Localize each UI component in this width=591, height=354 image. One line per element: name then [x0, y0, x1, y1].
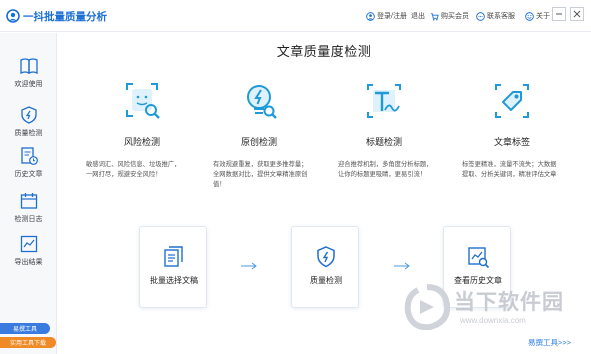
buy-membership-label: 购买会员	[441, 13, 469, 20]
sidebar-item-export[interactable]: 导出结果	[0, 234, 57, 267]
lightbulb-icon	[247, 85, 277, 119]
arrow-right-icon	[394, 262, 410, 270]
watermark-logo-icon	[404, 284, 450, 330]
step-label: 批量选择文稿	[150, 276, 198, 285]
sidebar-item-label: 欢迎使用	[14, 81, 43, 88]
history-icon	[20, 147, 38, 165]
sidebar-item-quality-check[interactable]: 质量检测	[0, 105, 57, 138]
sidebar: 欢迎使用 质量检测 历史文章 检测日志 导出结果 易撰工具 实用工具下载	[0, 33, 57, 354]
desc-line: 全网数据对比，提供文章精准原创	[213, 171, 308, 178]
feature-description: 敏感词汇、风险信息、垃圾推广， 一网打尽，规避安全风险！	[86, 160, 180, 180]
sidebar-item-logs[interactable]: 检测日志	[0, 191, 57, 224]
chat-icon	[476, 11, 485, 21]
tools-download-badge[interactable]: 实用工具下载	[0, 337, 56, 348]
page-title: 文章质量度检测	[276, 44, 372, 59]
feature-description: 有效规避重复，获取更多推荐量； 全网数据对比，提供文章精准原创 值！	[213, 160, 307, 190]
desc-line: 提取、分析关键词，精准评估文章	[462, 171, 557, 178]
minimize-button[interactable]	[552, 7, 566, 21]
step-label: 质量检测	[310, 276, 342, 285]
chart-icon	[20, 235, 37, 253]
feature-article-tags[interactable]: 文章标签 标签更精准，流量不流失；大数据 提取、分析关键词，精准评估文章	[452, 80, 572, 178]
watermark: 当下软件园 www.downxia.com	[404, 284, 582, 334]
risk-check-icon	[126, 83, 160, 119]
logout-label: 退出	[411, 13, 425, 20]
desc-line: 让你的标题更吸睛，更易引流！	[338, 171, 427, 178]
user-icon	[366, 11, 375, 21]
chart-search-icon	[468, 247, 490, 269]
tag-icon	[495, 84, 529, 118]
quality-check-button[interactable]: 质量检测	[291, 226, 359, 308]
desc-line: 标签更精准，流量不流失；大数据	[462, 161, 557, 168]
feature-title-check[interactable]: 标题检测 迎合推荐机制，多角度分析标题， 让你的标题更吸睛，更易引流！	[324, 80, 444, 178]
feature-name: 风险检测	[123, 137, 160, 147]
desc-line: 值！	[213, 181, 226, 188]
feature-name: 文章标签	[493, 137, 530, 147]
yizhuan-tools-badge[interactable]: 易撰工具	[0, 323, 50, 334]
feature-originality-check[interactable]: 原创检测 有效规避重复，获取更多推荐量； 全网数据对比，提供文章精准原创 值！	[199, 80, 319, 188]
login-button[interactable]: 登录/注册	[366, 11, 407, 21]
sidebar-item-history[interactable]: 历史文章	[0, 146, 57, 179]
watermark-url: www.downxia.com	[460, 316, 526, 325]
badge-label: 易撰工具	[12, 327, 37, 333]
sidebar-item-label: 导出结果	[14, 259, 43, 266]
feature-name: 标题检测	[365, 137, 402, 147]
badge-label: 实用工具下载	[9, 341, 46, 347]
desc-line: 一网打尽，规避安全风险！	[86, 171, 162, 178]
contact-support-label: 联系客服	[487, 13, 515, 20]
contact-support-button[interactable]: 联系客服	[476, 11, 515, 21]
calendar-icon	[20, 193, 37, 209]
logout-button[interactable]: 退出	[411, 11, 425, 21]
desc-line: 迎合推荐机制，多角度分析标题，	[338, 161, 433, 168]
feature-description: 标签更精准，流量不流失；大数据 提取、分析关键词，精准评估文章	[462, 160, 556, 180]
buy-membership-button[interactable]: 购买会员	[430, 11, 469, 21]
smiley-icon	[525, 11, 534, 21]
sidebar-item-label: 历史文章	[14, 171, 43, 178]
sidebar-item-welcome[interactable]: 欢迎使用	[0, 56, 57, 89]
feature-risk-check[interactable]: 风险检测 敏感词汇、风险信息、垃圾推广， 一网打尽，规避安全风险！	[82, 80, 202, 178]
minimize-icon	[556, 13, 562, 15]
desc-line: 敏感词汇、风险信息、垃圾推广，	[86, 161, 181, 168]
sidebar-item-label: 质量检测	[14, 130, 43, 137]
cart-icon	[430, 12, 439, 20]
batch-select-button[interactable]: 批量选择文稿	[139, 226, 207, 308]
app-title: 一抖批量质量分析	[23, 11, 107, 23]
about-button[interactable]: 关于	[525, 11, 550, 21]
desc-line: 有效规避重复，获取更多推荐量；	[213, 161, 308, 168]
link-label: 易撰工具>>>	[528, 338, 572, 347]
watermark-text: 当下软件园	[454, 291, 564, 314]
feature-name: 原创检测	[240, 137, 277, 147]
about-label: 关于	[536, 13, 550, 20]
feature-description: 迎合推荐机制，多角度分析标题， 让你的标题更吸睛，更易引流！	[338, 160, 432, 180]
close-button[interactable]	[570, 7, 584, 21]
more-tools-link[interactable]: 易撰工具>>>	[528, 337, 571, 348]
shield-icon	[317, 246, 335, 268]
app-logo-icon	[6, 9, 20, 23]
close-icon	[573, 10, 581, 18]
shield-icon	[20, 106, 37, 124]
sidebar-item-label: 检测日志	[14, 216, 43, 223]
title-icon	[367, 84, 401, 118]
documents-icon	[164, 246, 183, 267]
login-label: 登录/注册	[377, 13, 407, 20]
title-bar: 一抖批量质量分析 登录/注册 退出 购买会员 联系客服 关于	[0, 0, 591, 32]
arrow-right-icon	[241, 262, 257, 270]
